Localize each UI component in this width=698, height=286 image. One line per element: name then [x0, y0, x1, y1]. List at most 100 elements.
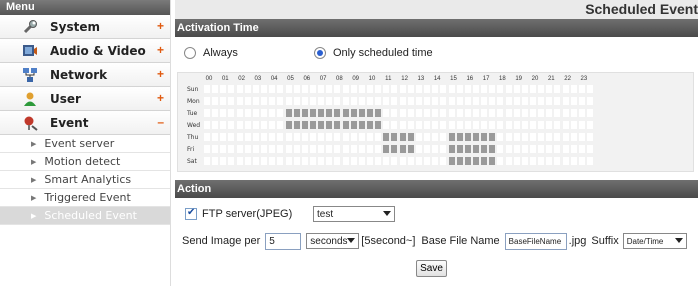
schedule-cell[interactable] — [489, 109, 496, 117]
schedule-cell[interactable] — [301, 145, 308, 153]
schedule-cell[interactable] — [383, 121, 390, 129]
schedule-cell[interactable] — [538, 97, 545, 105]
schedule-cell[interactable] — [415, 121, 422, 129]
schedule-cell[interactable] — [554, 97, 561, 105]
schedule-cell[interactable] — [530, 109, 536, 117]
schedule-cell[interactable] — [334, 109, 341, 117]
schedule-cell[interactable] — [367, 97, 373, 105]
schedule-cell[interactable] — [261, 157, 268, 165]
schedule-cell[interactable] — [342, 145, 349, 153]
schedule-cell[interactable] — [432, 157, 439, 165]
schedule-cell[interactable] — [481, 97, 488, 105]
schedule-cell[interactable] — [399, 145, 406, 153]
schedule-cell[interactable] — [587, 121, 594, 129]
menu-item-audio-video[interactable]: Audio & Video + — [0, 39, 170, 63]
schedule-cell[interactable] — [383, 145, 390, 153]
schedule-cell[interactable] — [399, 109, 406, 117]
basename-input[interactable]: BaseFileName — [504, 232, 567, 250]
schedule-cell[interactable] — [448, 109, 455, 117]
schedule-cell[interactable] — [530, 85, 536, 93]
schedule-cell[interactable] — [513, 157, 520, 165]
schedule-cell[interactable] — [513, 133, 520, 141]
schedule-cell[interactable] — [570, 97, 577, 105]
schedule-cell[interactable] — [578, 109, 585, 117]
schedule-cell[interactable] — [578, 85, 585, 93]
schedule-cell[interactable] — [497, 97, 504, 105]
schedule-cell[interactable] — [269, 97, 276, 105]
schedule-cell[interactable] — [424, 145, 431, 153]
schedule-cell[interactable] — [212, 157, 219, 165]
schedule-cell[interactable] — [407, 145, 414, 153]
schedule-cell[interactable] — [391, 145, 398, 153]
schedule-cell[interactable] — [318, 85, 325, 93]
schedule-cell[interactable] — [212, 85, 219, 93]
schedule-cell[interactable] — [489, 121, 496, 129]
schedule-cell[interactable] — [570, 85, 577, 93]
suffix-select[interactable]: Date/Time — [622, 233, 687, 249]
expand-icon[interactable]: + — [157, 67, 164, 81]
schedule-cell[interactable] — [440, 85, 447, 93]
scheduled-radio[interactable] — [314, 47, 326, 59]
schedule-cell[interactable] — [570, 121, 577, 129]
sidebar-item-smart-analytics[interactable]: ▶ Smart Analytics — [0, 171, 170, 189]
schedule-cell[interactable] — [521, 133, 528, 141]
schedule-cell[interactable] — [252, 145, 259, 153]
schedule-cell[interactable] — [546, 157, 553, 165]
schedule-cell[interactable] — [269, 121, 276, 129]
schedule-cell[interactable] — [244, 157, 251, 165]
save-button[interactable]: Save — [416, 260, 447, 277]
sidebar-item-scheduled-event[interactable]: ▶ Scheduled Event — [0, 207, 170, 225]
schedule-cell[interactable] — [448, 97, 455, 105]
schedule-cell[interactable] — [464, 157, 471, 165]
schedule-cell[interactable] — [407, 157, 414, 165]
schedule-cell[interactable] — [554, 133, 561, 141]
schedule-cell[interactable] — [350, 97, 357, 105]
schedule-cell[interactable] — [301, 121, 308, 129]
schedule-cell[interactable] — [399, 85, 406, 93]
always-option[interactable]: Always — [184, 47, 314, 59]
schedule-cell[interactable] — [326, 133, 333, 141]
schedule-cell[interactable] — [204, 109, 210, 117]
schedule-cell[interactable] — [424, 109, 431, 117]
schedule-cell[interactable] — [277, 157, 284, 165]
schedule-cell[interactable] — [326, 109, 333, 117]
schedule-cell[interactable] — [424, 157, 431, 165]
schedule-cell[interactable] — [236, 85, 243, 93]
schedule-cell[interactable] — [342, 157, 349, 165]
expand-icon[interactable]: + — [157, 43, 164, 57]
schedule-cell[interactable] — [546, 121, 553, 129]
schedule-cell[interactable] — [326, 97, 333, 105]
schedule-cell[interactable] — [269, 157, 276, 165]
schedule-cell[interactable] — [236, 157, 243, 165]
schedule-cell[interactable] — [383, 109, 390, 117]
schedule-cell[interactable] — [318, 157, 325, 165]
schedule-cell[interactable] — [554, 145, 561, 153]
schedule-cell[interactable] — [489, 97, 496, 105]
schedule-cell[interactable] — [309, 157, 316, 165]
schedule-cell[interactable] — [212, 97, 219, 105]
schedule-cell[interactable] — [293, 97, 300, 105]
schedule-cell[interactable] — [212, 145, 219, 153]
schedule-cell[interactable] — [481, 121, 488, 129]
schedule-cell[interactable] — [204, 157, 210, 165]
schedule-cell[interactable] — [301, 97, 308, 105]
schedule-cell[interactable] — [497, 109, 504, 117]
schedule-cell[interactable] — [505, 157, 512, 165]
schedule-cell[interactable] — [358, 85, 365, 93]
schedule-cell[interactable] — [464, 133, 471, 141]
schedule-cell[interactable] — [358, 109, 365, 117]
schedule-cell[interactable] — [269, 85, 276, 93]
schedule-cell[interactable] — [464, 145, 471, 153]
schedule-cell[interactable] — [293, 145, 300, 153]
schedule-cell[interactable] — [554, 109, 561, 117]
schedule-cell[interactable] — [285, 85, 292, 93]
schedule-cell[interactable] — [293, 133, 300, 141]
schedule-cell[interactable] — [334, 157, 341, 165]
schedule-cell[interactable] — [505, 97, 512, 105]
schedule-cell[interactable] — [285, 157, 292, 165]
schedule-cell[interactable] — [285, 97, 292, 105]
schedule-cell[interactable] — [277, 85, 284, 93]
schedule-cell[interactable] — [301, 85, 308, 93]
schedule-cell[interactable] — [375, 157, 382, 165]
schedule-cell[interactable] — [562, 85, 569, 93]
